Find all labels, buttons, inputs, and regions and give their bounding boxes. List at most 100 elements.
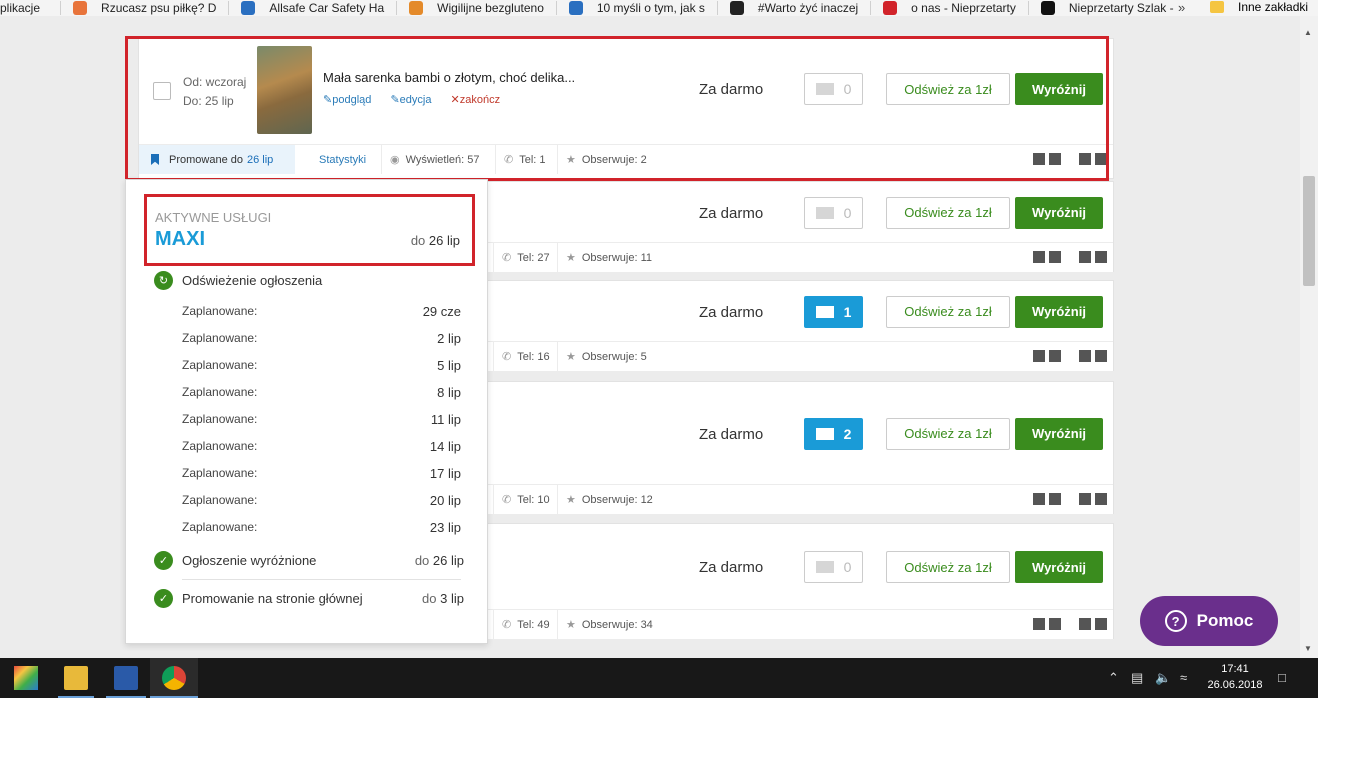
feature-button[interactable]: Wyróżnij: [1015, 417, 1103, 450]
scheduled-refresh-row: Zaplanowane: 11 lip: [182, 412, 461, 427]
watch-stat: ★ Obserwuje: 5: [557, 342, 655, 371]
rows-icon[interactable]: [1079, 493, 1091, 505]
twitter-icon[interactable]: [1049, 251, 1061, 263]
scheduled-label: Zaplanowane:: [182, 466, 258, 480]
bookmark-label: Wigilijne bezgluteno: [437, 1, 544, 15]
facebook-icon[interactable]: [1033, 618, 1045, 630]
print-icon[interactable]: [1095, 350, 1107, 362]
play-icon: [1040, 1, 1055, 15]
page-scrollbar[interactable]: [1300, 16, 1318, 658]
rows-icon[interactable]: [1079, 251, 1091, 263]
scheduled-date: 11 lip: [430, 412, 461, 427]
homepage-date: 3 lip: [440, 591, 464, 606]
messages-button[interactable]: 2: [804, 417, 863, 450]
phone-icon: ✆: [502, 494, 512, 506]
scheduled-date: 29 cze: [422, 304, 461, 319]
help-button[interactable]: ? Pomoc: [1140, 596, 1278, 646]
scheduled-label: Zaplanowane:: [182, 331, 258, 345]
featured-until: do 26 lip: [415, 553, 464, 568]
share-icons: [1033, 350, 1107, 362]
help-label: Pomoc: [1196, 611, 1254, 630]
other-bookmarks[interactable]: Inne zakładki: [1210, 0, 1308, 14]
twitter-icon[interactable]: [1049, 493, 1061, 505]
package-until: do 26 lip: [411, 233, 460, 248]
until-prefix: do: [410, 233, 426, 248]
bookmark-separator: [60, 1, 62, 15]
phone-stat: ✆ Tel: 27: [493, 243, 558, 272]
messages-button[interactable]: 0: [804, 551, 863, 583]
feature-button[interactable]: Wyróżnij: [1015, 196, 1103, 229]
rows-icon[interactable]: [1079, 618, 1091, 630]
messages-button[interactable]: 0: [804, 196, 863, 229]
scheduled-date: 20 lip: [429, 493, 461, 508]
scroll-thumb[interactable]: [1303, 176, 1315, 286]
file-explorer-icon[interactable]: [64, 666, 88, 690]
scheduled-label: Zaplanowane:: [182, 493, 258, 507]
messages-count: 1: [843, 303, 852, 320]
clock-time: 17:41: [1221, 663, 1249, 675]
scroll-up-icon[interactable]: ▲: [1304, 28, 1312, 37]
twitter-icon[interactable]: [1049, 618, 1061, 630]
homepage-service-row: ✓ Promowanie na stronie głównej do 3 lip: [154, 589, 464, 608]
scheduled-label: Zaplanowane:: [182, 304, 258, 318]
twitter-icon[interactable]: [1049, 350, 1061, 362]
scheduled-date: 23 lip: [429, 520, 461, 535]
facebook-icon[interactable]: [1033, 493, 1045, 505]
refresh-icon: ↻: [154, 271, 173, 290]
facebook-icon[interactable]: [1033, 251, 1045, 263]
check-icon: ✓: [154, 589, 173, 608]
document-icon[interactable]: [114, 666, 138, 690]
bookmark-item[interactable]: #Warto żyć inaczej: [729, 0, 866, 16]
volume-icon[interactable]: 🔈: [1155, 670, 1171, 686]
tray-chevron-icon[interactable]: ⌃: [1108, 670, 1119, 686]
scheduled-date: 17 lip: [429, 466, 461, 481]
watch-stat: ★ Obserwuje: 12: [557, 485, 661, 514]
scheduled-label: Zaplanowane:: [182, 520, 258, 534]
allsafe-icon: [241, 1, 256, 15]
scheduled-refresh-row: Zaplanowane: 23 lip: [182, 520, 461, 535]
battery-icon[interactable]: ▤: [1131, 670, 1143, 686]
clock[interactable]: 17:41 26.06.2018: [1200, 661, 1270, 693]
print-icon[interactable]: [1095, 493, 1107, 505]
watch-value: Obserwuje: 12: [581, 493, 653, 506]
feature-button[interactable]: Wyróżnij: [1015, 551, 1103, 583]
feature-button[interactable]: Wyróżnij: [1015, 295, 1103, 328]
check-icon: ✓: [154, 551, 173, 570]
messages-button[interactable]: 1: [804, 295, 863, 328]
phone-stat: ✆ Tel: 16: [493, 342, 558, 371]
watch-value: Obserwuje: 34: [581, 618, 653, 631]
facebook-icon[interactable]: [1033, 350, 1045, 362]
wifi-icon[interactable]: ≈: [1180, 670, 1187, 685]
rows-icon[interactable]: [1079, 350, 1091, 362]
refresh-button[interactable]: Odśwież za 1zł: [886, 551, 1010, 583]
bookmark-item[interactable]: Nieprzetarty Szlak -: [1040, 0, 1182, 16]
scroll-down-icon[interactable]: ▼: [1304, 644, 1312, 653]
messages-count: 0: [843, 559, 852, 575]
bookmark-label: Nieprzetarty Szlak -: [1068, 1, 1174, 15]
print-icon[interactable]: [1095, 618, 1107, 630]
folder-icon: [1210, 1, 1224, 13]
star-icon: ★: [566, 351, 576, 363]
bookmarks-more-button[interactable]: »: [1178, 0, 1185, 15]
refresh-button[interactable]: Odśwież za 1zł: [886, 295, 1010, 328]
bookmark-separator: [555, 1, 557, 15]
bookmark-item[interactable]: Wigilijne bezgluteno: [409, 0, 552, 16]
bookmark-item[interactable]: o nas - Nieprzetarty: [883, 0, 1024, 16]
start-icon[interactable]: [14, 666, 38, 690]
bookmark-item[interactable]: 10 myśli o tym, jak s: [568, 0, 713, 16]
refresh-button[interactable]: Odśwież za 1zł: [886, 196, 1010, 229]
featured-date: 26 lip: [432, 553, 464, 568]
bookmark-item[interactable]: Allsafe Car Safety Ha: [241, 0, 392, 16]
print-icon[interactable]: [1095, 251, 1107, 263]
notifications-icon[interactable]: □: [1278, 670, 1286, 685]
chrome-icon[interactable]: [162, 666, 186, 690]
bookmark-item[interactable]: plikacje: [0, 0, 48, 16]
featured-prefix: do: [414, 553, 430, 568]
bookmark-item[interactable]: Rzucasz psu piłkę? D: [73, 0, 224, 16]
refresh-button[interactable]: Odśwież za 1zł: [886, 417, 1010, 450]
share-icons: [1033, 251, 1107, 263]
phone-value: Tel: 27: [517, 251, 550, 264]
featured-service-row: ✓ Ogłoszenie wyróżnione do 26 lip: [154, 551, 464, 570]
scheduled-date: 2 lip: [437, 331, 461, 346]
